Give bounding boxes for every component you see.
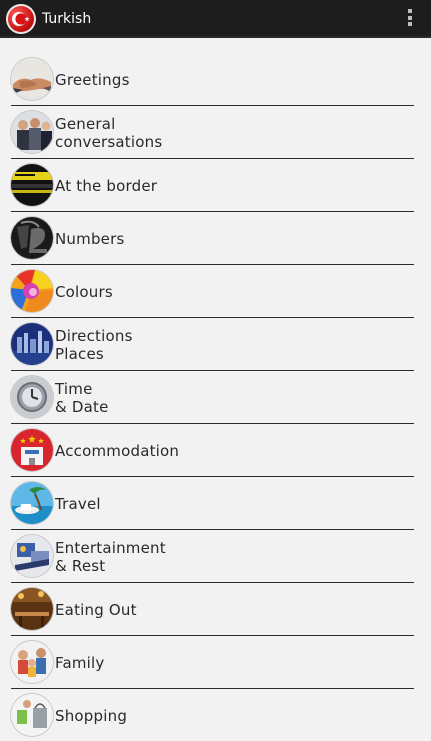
overflow-menu-icon[interactable] (407, 9, 413, 29)
action-bar: Turkish (0, 0, 431, 38)
restaurant-icon (11, 588, 53, 630)
label-line-2: & Date (55, 397, 109, 416)
category-list: Greetings General conversations At the b… (0, 53, 431, 741)
label-line-1: Directions (55, 326, 133, 345)
clock-icon (11, 376, 53, 418)
label-line-2: & Rest (55, 556, 106, 575)
people-talking-icon (11, 111, 53, 153)
list-item-entertainment-rest[interactable]: Entertainment & Rest (0, 530, 431, 583)
list-item-label: Eating Out (55, 583, 137, 636)
app-window: Turkish Greetings General conversations … (0, 0, 431, 741)
list-item-label: Accommodation (55, 424, 179, 477)
app-title: Turkish (42, 11, 92, 27)
list-item-at-the-border[interactable]: At the border (0, 159, 431, 212)
list-item-travel[interactable]: Travel (0, 477, 431, 530)
label-line-1: At the border (55, 176, 158, 195)
list-item-directions-places[interactable]: Directions Places (0, 318, 431, 371)
passport-control-icon (11, 164, 53, 206)
numbers-icon (11, 217, 53, 259)
list-item-label: General conversations (55, 106, 162, 159)
list-item-label: Time & Date (55, 371, 109, 424)
list-item-family[interactable]: Family (0, 636, 431, 689)
list-item-greetings[interactable]: Greetings (0, 53, 431, 106)
list-item-label: At the border (55, 159, 157, 212)
list-item-label: Directions Places (55, 318, 133, 371)
beach-icon (11, 482, 53, 524)
label-line-1: General (55, 114, 116, 133)
turkish-flag-icon[interactable] (6, 4, 36, 34)
list-item-numbers[interactable]: Numbers (0, 212, 431, 265)
label-line-1: Family (55, 653, 105, 672)
list-item-label: Family (55, 636, 104, 689)
label-line-1: Colours (55, 282, 113, 301)
list-item-label: Shopping (55, 689, 127, 741)
hotel-icon (11, 429, 53, 471)
label-line-1: Time (55, 379, 93, 398)
list-item-time-date[interactable]: Time & Date (0, 371, 431, 424)
list-item-label: Colours (55, 265, 113, 318)
list-item-label: Entertainment & Rest (55, 530, 166, 583)
label-line-1: Entertainment (55, 538, 166, 557)
list-item-colours[interactable]: Colours (0, 265, 431, 318)
shopping-bags-icon (11, 694, 53, 736)
list-item-label: Numbers (55, 212, 124, 265)
label-line-1: Travel (55, 494, 101, 513)
label-line-1: Shopping (55, 706, 128, 725)
family-icon (11, 641, 53, 683)
handshake-icon (11, 58, 53, 100)
label-line-1: Accommodation (55, 441, 180, 460)
entertainment-icon (11, 535, 53, 577)
list-item-eating-out[interactable]: Eating Out (0, 583, 431, 636)
list-item-label: Greetings (55, 53, 130, 106)
list-item-shopping[interactable]: Shopping (0, 689, 431, 741)
city-skyline-icon (11, 323, 53, 365)
list-item-label: Travel (55, 477, 101, 530)
label-line-1: Eating Out (55, 600, 137, 619)
list-item-accommodation[interactable]: Accommodation (0, 424, 431, 477)
label-line-2: Places (55, 344, 104, 363)
list-item-general-conversations[interactable]: General conversations (0, 106, 431, 159)
label-line-2: conversations (55, 132, 163, 151)
colour-swirl-icon (11, 270, 53, 312)
label-line-1: Greetings (55, 70, 130, 89)
label-line-1: Numbers (55, 229, 125, 248)
